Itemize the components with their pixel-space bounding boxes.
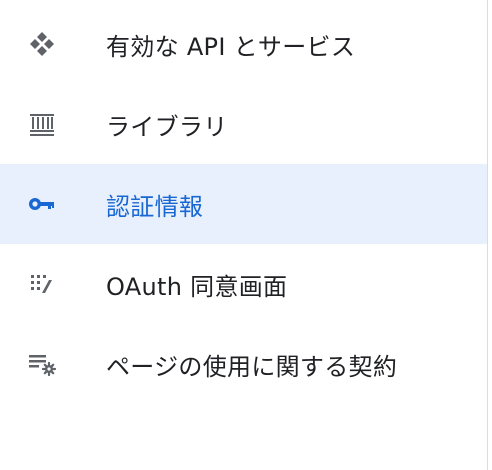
sidebar-item-enabled-apis[interactable]: 有効な API とサービス xyxy=(0,4,487,84)
page-agreement-settings-icon xyxy=(26,348,58,380)
oauth-consent-icon xyxy=(26,268,58,300)
sidebar-item-label: ライブラリ xyxy=(106,112,228,141)
api-services-sidebar: 有効な API とサービス ライブラリ 認証情報 OAuth 同意画面 ページの… xyxy=(0,0,488,470)
library-icon xyxy=(26,108,58,140)
sidebar-item-label: ページの使用に関する契約 xyxy=(106,352,398,381)
key-icon xyxy=(26,188,58,220)
api-diamond-icon xyxy=(26,28,58,60)
sidebar-item-label: OAuth 同意画面 xyxy=(106,272,288,301)
sidebar-item-label: 認証情報 xyxy=(106,192,204,221)
sidebar-item-oauth-consent[interactable]: OAuth 同意画面 xyxy=(0,244,487,324)
sidebar-item-library[interactable]: ライブラリ xyxy=(0,84,487,164)
sidebar-item-credentials[interactable]: 認証情報 xyxy=(0,164,487,244)
sidebar-item-page-usage-agreements[interactable]: ページの使用に関する契約 xyxy=(0,324,487,404)
sidebar-item-label: 有効な API とサービス xyxy=(106,32,356,61)
